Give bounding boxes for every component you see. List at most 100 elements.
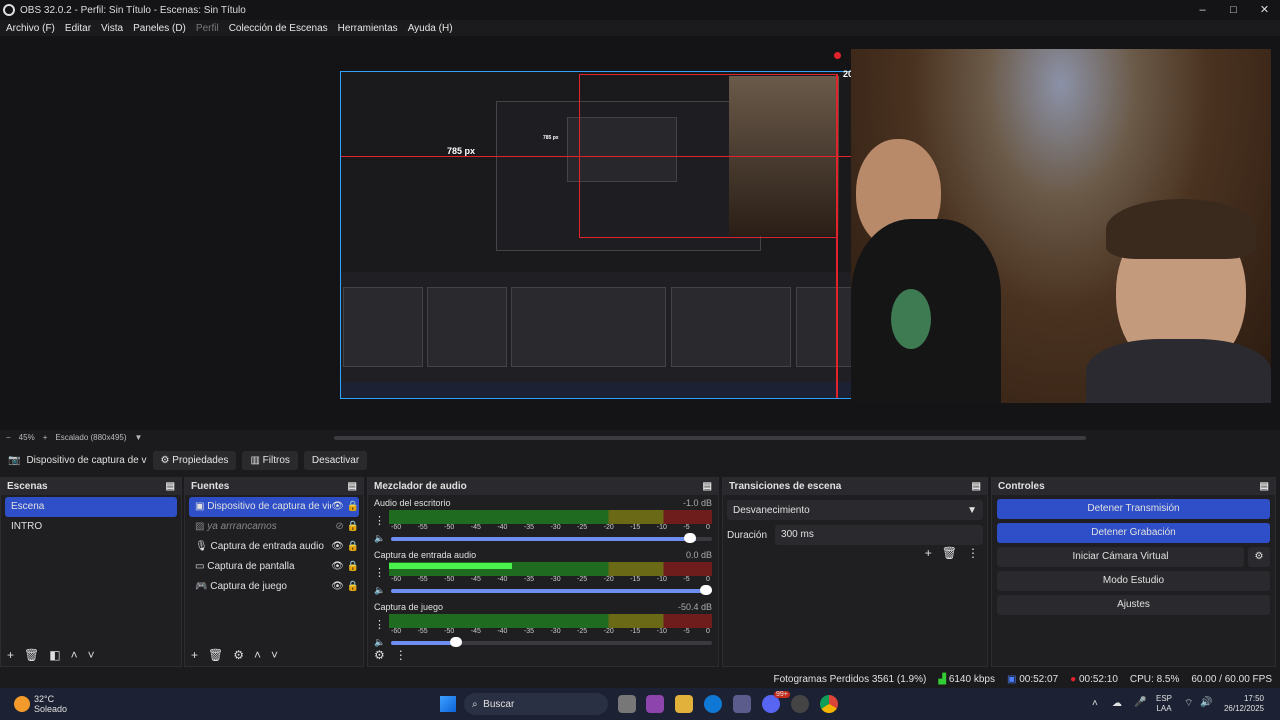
source-item[interactable]: 🎮 Captura de juego 👁 🔒 xyxy=(189,577,359,597)
remove-transition-button[interactable]: 🗑 xyxy=(942,546,957,560)
menu-paneles[interactable]: Paneles (D) xyxy=(133,23,186,34)
copilot-icon[interactable] xyxy=(646,695,664,713)
preview-scrollbar[interactable] xyxy=(334,436,1086,440)
windows-start-icon[interactable] xyxy=(440,696,456,712)
channel-menu-icon[interactable]: ⋮ xyxy=(374,618,385,631)
dock-float-icon[interactable]: ▤ xyxy=(166,481,175,492)
meter-tick: -60 xyxy=(391,576,402,583)
obs-icon[interactable] xyxy=(791,695,809,713)
speaker-icon[interactable]: 🔈 xyxy=(374,585,385,596)
gear-icon[interactable]: ⚙ xyxy=(1248,547,1270,567)
volume-slider[interactable] xyxy=(391,636,712,647)
dock-float-icon[interactable]: ▤ xyxy=(972,481,981,492)
scene-item-intro[interactable]: INTRO xyxy=(5,517,177,537)
add-source-button[interactable]: + xyxy=(191,648,198,662)
close-button[interactable]: ✕ xyxy=(1249,0,1280,20)
clock-time[interactable]: 17:50 xyxy=(1218,694,1264,704)
eye-icon[interactable]: 👁 xyxy=(331,537,344,557)
menu-herramientas[interactable]: Herramientas xyxy=(338,23,398,34)
screen-capture-preview[interactable]: 785 px 785 px xyxy=(340,71,923,399)
add-scene-button[interactable]: + xyxy=(7,648,14,662)
chrome-icon[interactable] xyxy=(820,695,838,713)
dock-float-icon[interactable]: ▤ xyxy=(703,481,712,492)
stop-streaming-button[interactable]: Detener Transmisión xyxy=(997,499,1270,519)
duration-input[interactable]: 300 ms xyxy=(775,525,983,545)
menu-ayuda[interactable]: Ayuda (H) xyxy=(408,23,453,34)
dock-float-icon[interactable]: ▤ xyxy=(1260,481,1269,492)
zoom-out-button[interactable]: − xyxy=(6,433,11,442)
volume-icon[interactable]: 🔊 xyxy=(1200,697,1212,708)
wifi-icon[interactable]: ⌔ xyxy=(1184,697,1193,710)
gear-icon[interactable]: ⚙ xyxy=(233,648,244,662)
slider-knob[interactable] xyxy=(449,636,462,647)
source-item[interactable]: ▣ Dispositivo de captura de vide 👁 🔒 xyxy=(189,497,359,517)
settings-button[interactable]: Ajustes xyxy=(997,595,1270,615)
lock-icon[interactable]: 🔒 xyxy=(347,577,359,597)
move-up-icon[interactable]: ˄ xyxy=(71,648,78,662)
mic-icon[interactable]: 🎤 xyxy=(1134,697,1146,708)
dock-float-icon[interactable]: ▤ xyxy=(348,481,357,492)
slider-knob[interactable] xyxy=(700,584,712,595)
search-box[interactable]: ⌕ Buscar xyxy=(464,693,608,715)
lock-icon[interactable]: 🔒 xyxy=(347,557,359,577)
language-layout[interactable]: LAA xyxy=(1156,704,1172,714)
remove-source-button[interactable]: 🗑 xyxy=(208,648,223,662)
mixer-menu-icon[interactable]: ⋮ xyxy=(395,648,407,662)
transition-select[interactable]: Desvanecimiento ▼ xyxy=(727,500,983,520)
eye-icon[interactable]: 👁 xyxy=(331,497,344,517)
lock-icon[interactable]: 🔒 xyxy=(347,497,359,517)
menu-coleccion-escenas[interactable]: Colección de Escenas xyxy=(229,23,328,34)
volume-slider[interactable] xyxy=(391,532,712,543)
source-item[interactable]: 🎙 Captura de entrada audio 👁 🔒 xyxy=(189,537,359,557)
clock-date[interactable]: 26/12/2025 xyxy=(1218,704,1264,714)
edge-icon[interactable] xyxy=(704,695,722,713)
remove-scene-button[interactable]: 🗑 xyxy=(24,648,39,662)
transition-menu-icon[interactable]: ⋮ xyxy=(967,546,979,560)
tray-expand-icon[interactable]: ˄ xyxy=(1092,698,1098,709)
maximize-button[interactable]: □ xyxy=(1218,0,1249,20)
move-up-icon[interactable]: ˄ xyxy=(254,648,261,662)
eye-hidden-icon[interactable]: ⊘ xyxy=(335,517,343,537)
language-code[interactable]: ESP xyxy=(1156,694,1172,704)
channel-name: Captura de entrada audio xyxy=(374,550,477,560)
move-down-icon[interactable]: ˅ xyxy=(271,648,278,662)
slider-knob[interactable] xyxy=(683,532,696,543)
file-explorer-icon[interactable] xyxy=(675,695,693,713)
store-icon[interactable] xyxy=(733,695,751,713)
studio-mode-button[interactable]: Modo Estudio xyxy=(997,571,1270,591)
eye-icon[interactable]: 👁 xyxy=(331,577,344,597)
minimize-button[interactable]: – xyxy=(1187,0,1218,20)
source-item[interactable]: ▭ Captura de pantalla 👁 🔒 xyxy=(189,557,359,577)
chevron-down-icon[interactable]: ▼ xyxy=(135,433,143,442)
menu-archivo[interactable]: Archivo (F) xyxy=(6,23,55,34)
speaker-icon[interactable]: 🔈 xyxy=(374,637,385,648)
properties-button[interactable]: ⚙ Propiedades xyxy=(152,451,237,470)
filters-button[interactable]: ▥ Filtros xyxy=(242,451,298,470)
menu-perfil[interactable]: Perfil xyxy=(196,23,219,34)
stop-recording-button[interactable]: Detener Grabación xyxy=(997,523,1270,543)
zoom-in-button[interactable]: + xyxy=(43,433,48,442)
eye-icon[interactable]: 👁 xyxy=(331,557,344,577)
menu-editar[interactable]: Editar xyxy=(65,23,91,34)
deactivate-button[interactable]: Desactivar xyxy=(303,451,368,470)
scene-item-escena[interactable]: Escena xyxy=(5,497,177,517)
move-down-icon[interactable]: ˅ xyxy=(88,648,95,662)
start-virtual-camera-button[interactable]: Iniciar Cámara Virtual xyxy=(997,547,1244,567)
lock-icon[interactable]: 🔒 xyxy=(347,517,359,537)
scene-filters-button[interactable]: ◧ xyxy=(49,648,60,662)
weather-icon[interactable] xyxy=(14,696,30,712)
task-view-icon[interactable] xyxy=(618,695,636,713)
add-transition-button[interactable]: + xyxy=(925,546,932,560)
channel-menu-icon[interactable]: ⋮ xyxy=(374,514,385,527)
source-item[interactable]: ▨ ya arrrancamos ⊘ 🔒 xyxy=(189,517,359,537)
menu-vista[interactable]: Vista xyxy=(101,23,123,34)
volume-slider[interactable] xyxy=(391,584,712,595)
speaker-icon[interactable]: 🔈 xyxy=(374,533,385,544)
mixer-settings-icon[interactable]: ⚙ xyxy=(374,648,385,662)
webcam-capture[interactable] xyxy=(851,49,1271,403)
preview-area[interactable]: 785 px 785 px 20 xyxy=(0,36,1280,430)
channel-menu-icon[interactable]: ⋮ xyxy=(374,566,385,579)
tray-app-icon[interactable]: ☁ xyxy=(1112,698,1122,709)
transform-handle[interactable] xyxy=(834,52,841,59)
lock-icon[interactable]: 🔒 xyxy=(347,537,359,557)
